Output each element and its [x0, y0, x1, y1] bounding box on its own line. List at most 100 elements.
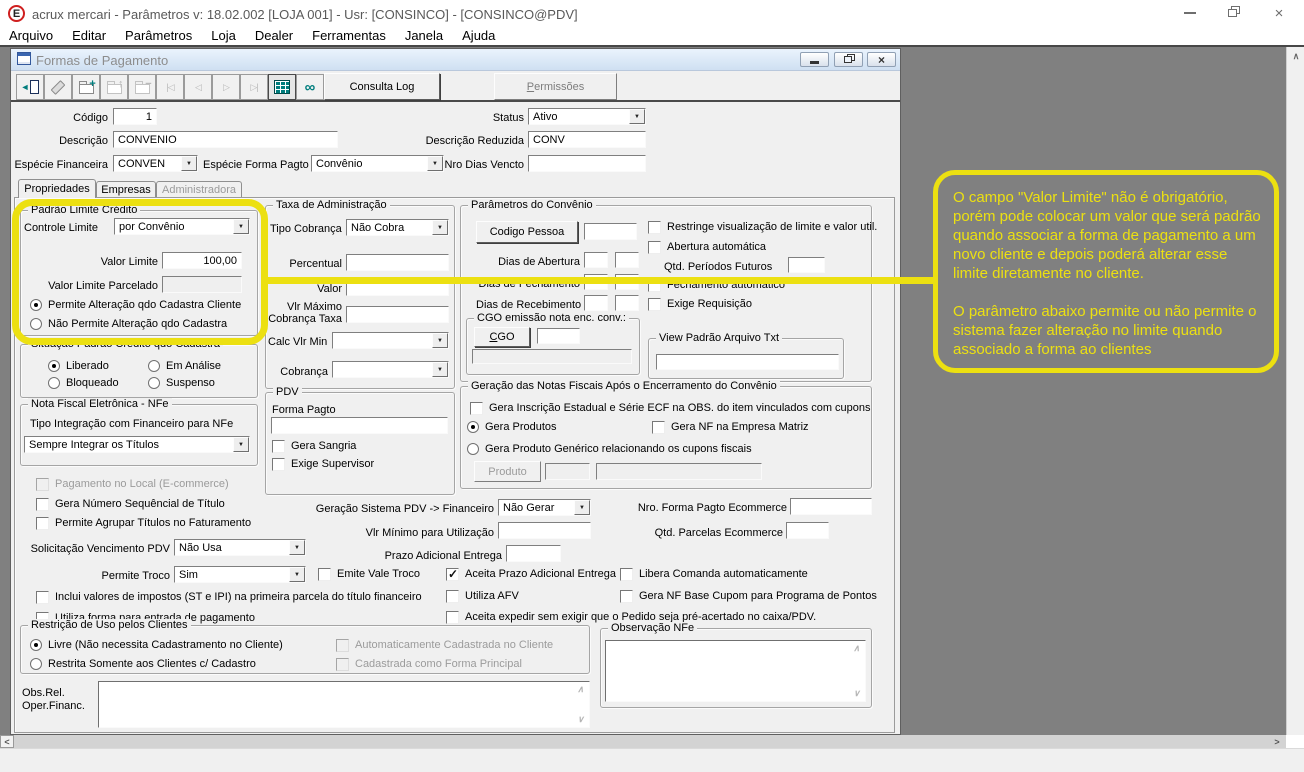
chevron-down-icon[interactable]: ▼ [629, 109, 645, 124]
percentual-field[interactable] [346, 254, 449, 271]
radio-dot[interactable] [30, 318, 42, 330]
chevron-down-icon[interactable]: ▼ [233, 437, 249, 452]
checkbox-restringe-visualizacao[interactable]: Restringe visualização de limite e valor… [648, 221, 877, 234]
minimize-button[interactable] [1175, 2, 1205, 24]
checkbox-gera-nf-matriz[interactable]: Gera NF na Empresa Matriz [652, 421, 809, 434]
controle-limite-select[interactable]: por Convênio ▼ [114, 218, 250, 235]
radio-gera-produtos[interactable]: Gera Produtos [467, 421, 557, 433]
eraser-button[interactable] [44, 74, 72, 100]
menu-ajuda[interactable]: Ajuda [462, 28, 495, 43]
grid-view-button[interactable] [268, 74, 296, 100]
checkbox-fechamento-automatico[interactable]: Fechamento automático [648, 279, 785, 292]
scroll-left-icon[interactable]: < [0, 735, 14, 748]
dias-fechamento-field-2[interactable] [615, 274, 639, 290]
dias-abertura-field-1[interactable] [584, 252, 608, 268]
chevron-down-icon[interactable]: ▼ [427, 156, 443, 171]
menu-dealer[interactable]: Dealer [255, 28, 293, 43]
checkbox-box[interactable] [470, 402, 483, 415]
scroll-up-icon[interactable]: ∧ [577, 684, 584, 695]
menu-janela[interactable]: Janela [405, 28, 443, 43]
radio-dot[interactable] [30, 658, 42, 670]
especie-financeira-select[interactable]: CONVEN ▼ [113, 155, 198, 172]
calc-vlr-min-select[interactable]: ▼ [332, 332, 449, 349]
insert-record-button[interactable]: + [72, 74, 100, 100]
scroll-up-icon[interactable]: ∧ [1289, 49, 1303, 63]
radio-dot[interactable] [48, 360, 60, 372]
menu-loja[interactable]: Loja [211, 28, 236, 43]
checkbox-gera-numero-sequencial[interactable]: Gera Número Sequêncial de Título [36, 498, 225, 511]
checkbox-utiliza-afv[interactable]: Utiliza AFV [446, 590, 519, 603]
checkbox-gera-inscricao[interactable]: Gera Inscrição Estadual e Série ECF na O… [470, 402, 871, 415]
search-button[interactable]: ∞ [296, 74, 324, 100]
checkbox-box[interactable] [446, 590, 459, 603]
checkbox-box[interactable] [652, 421, 665, 434]
checkbox-libera-comanda[interactable]: Libera Comanda automaticamente [620, 568, 808, 581]
chevron-down-icon[interactable]: ▼ [233, 219, 249, 234]
checkbox-aceita-prazo[interactable]: Aceita Prazo Adicional Entrega [446, 567, 616, 581]
cgo-button[interactable]: CGO [474, 327, 530, 347]
radio-dot[interactable] [30, 639, 42, 651]
checkbox-box[interactable] [648, 298, 661, 311]
checkbox-box[interactable] [36, 498, 49, 511]
radio-em-analise[interactable]: Em Análise [148, 360, 221, 372]
tab-empresas[interactable]: Empresas [96, 181, 156, 197]
checkbox-box[interactable] [272, 458, 285, 471]
dias-fechamento-field-1[interactable] [584, 274, 608, 290]
checkbox-box[interactable] [620, 590, 633, 603]
textarea-scrollbar[interactable]: ∧ ∨ [850, 643, 863, 699]
tipo-integracao-select[interactable]: Sempre Integrar os Títulos ▼ [24, 436, 250, 453]
radio-restrita[interactable]: Restrita Somente aos Clientes c/ Cadastr… [30, 658, 256, 670]
mdi-vertical-scrollbar[interactable]: ∧ [1286, 47, 1304, 735]
vlr-maximo-field[interactable] [346, 306, 449, 323]
menu-editar[interactable]: Editar [72, 28, 106, 43]
dias-abertura-field-2[interactable] [615, 252, 639, 268]
radio-liberado[interactable]: Liberado [48, 360, 109, 372]
chevron-down-icon[interactable]: ▼ [432, 220, 448, 235]
child-minimize-button[interactable] [800, 52, 829, 67]
forma-pagto-field[interactable] [271, 417, 448, 434]
dias-recebimento-field-1[interactable] [584, 295, 608, 311]
radio-dot[interactable] [48, 377, 60, 389]
vlr-minimo-field[interactable] [498, 522, 591, 539]
radio-suspenso[interactable]: Suspenso [148, 377, 215, 389]
descricao-reduzida-field[interactable]: CONV [528, 131, 646, 148]
permite-troco-select[interactable]: Sim ▼ [174, 566, 306, 583]
scroll-right-icon[interactable]: > [1270, 735, 1284, 748]
codigo-pessoa-button[interactable]: Codigo Pessoa [476, 221, 578, 243]
descricao-field[interactable]: CONVENIO [113, 131, 338, 148]
qtd-periodos-field[interactable] [788, 257, 825, 273]
radio-permite-alteracao[interactable]: Permite Alteração qdo Cadastra Cliente [30, 299, 241, 311]
qtd-parcelas-ecommerce-field[interactable] [786, 522, 829, 539]
checkbox-box[interactable] [648, 279, 661, 292]
radio-nao-permite-alteracao[interactable]: Não Permite Alteração qdo Cadastra [30, 318, 227, 330]
radio-livre[interactable]: Livre (Não necessita Cadastramento no Cl… [30, 639, 283, 651]
exit-button[interactable]: ◄ [16, 74, 44, 100]
radio-bloqueado[interactable]: Bloqueado [48, 377, 119, 389]
checkbox-box[interactable] [648, 221, 661, 234]
checkbox-box[interactable] [272, 440, 285, 453]
checkbox-abertura-automatica[interactable]: Abertura automática [648, 241, 766, 254]
valor-field[interactable] [346, 279, 449, 296]
radio-dot[interactable] [467, 421, 479, 433]
scroll-up-icon[interactable]: ∧ [853, 643, 860, 654]
checkbox-exige-requisicao[interactable]: Exige Requisição [648, 298, 752, 311]
dias-recebimento-field-2[interactable] [615, 295, 639, 311]
geracao-financeiro-select[interactable]: Não Gerar ▼ [498, 499, 591, 516]
restore-button[interactable] [1217, 2, 1247, 24]
checkbox-inclui-impostos[interactable]: Inclui valores de impostos (ST e IPI) na… [36, 591, 422, 604]
radio-dot[interactable] [467, 443, 479, 455]
observacao-nfe-textarea[interactable]: ∧ ∨ [605, 640, 866, 702]
checkbox-box[interactable] [446, 611, 459, 624]
textarea-scrollbar[interactable]: ∧ ∨ [574, 684, 587, 725]
especie-forma-pagto-select[interactable]: Convênio ▼ [311, 155, 444, 172]
chevron-down-icon[interactable]: ▼ [181, 156, 197, 171]
obs-rel-textarea[interactable]: ∧ ∨ [98, 681, 590, 728]
view-padrao-field[interactable] [656, 354, 839, 370]
checkbox-box[interactable] [36, 517, 49, 530]
cgo-code-field[interactable] [537, 328, 580, 344]
scroll-down-icon[interactable]: ∨ [577, 714, 584, 725]
menu-ferramentas[interactable]: Ferramentas [312, 28, 386, 43]
cobranca-select[interactable]: ▼ [332, 361, 449, 378]
mdi-horizontal-scrollbar[interactable]: < > [0, 735, 1286, 748]
chevron-down-icon[interactable]: ▼ [289, 567, 305, 582]
